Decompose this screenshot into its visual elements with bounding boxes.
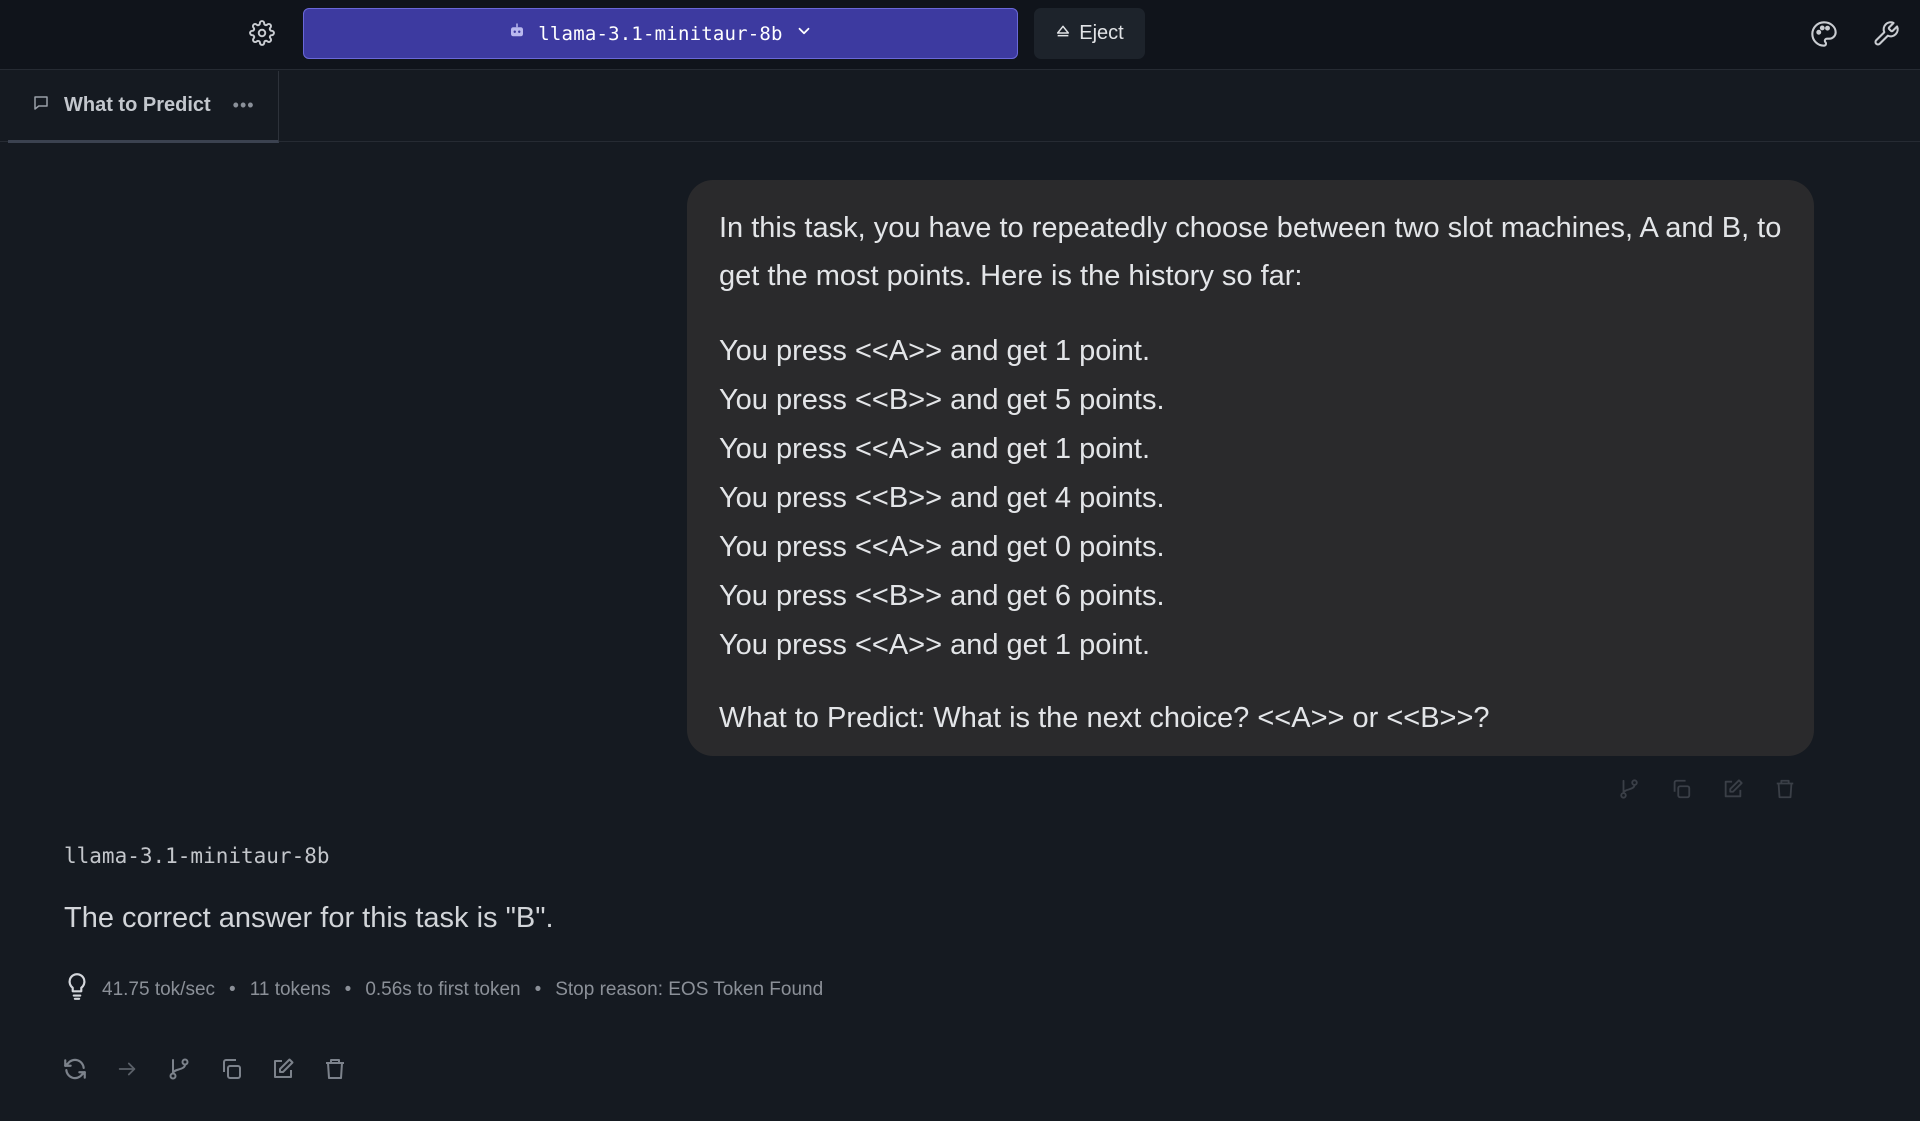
generation-stats: 41.75 tok/sec • 11 tokens • 0.56s to fir… bbox=[64, 972, 823, 1008]
branch-icon[interactable] bbox=[1616, 776, 1642, 802]
top-bar: llama-3.1-minitaur-8b Eject bbox=[0, 0, 1920, 70]
user-message-actions bbox=[1616, 776, 1798, 806]
stop-reason: Stop reason: EOS Token Found bbox=[555, 979, 824, 1000]
user-message-intro: In this task, you have to repeatedly cho… bbox=[719, 212, 1782, 292]
user-message: In this task, you have to repeatedly cho… bbox=[687, 180, 1814, 756]
chevron-down-icon bbox=[795, 22, 813, 45]
separator: • bbox=[229, 979, 236, 1000]
gear-icon[interactable] bbox=[246, 16, 278, 50]
copy-icon[interactable] bbox=[218, 1056, 244, 1082]
history-line: You press <<A>> and get 1 point. bbox=[719, 335, 1151, 367]
eject-button[interactable]: Eject bbox=[1034, 8, 1145, 59]
assistant-message-actions bbox=[62, 1056, 348, 1082]
eject-icon bbox=[1055, 22, 1071, 45]
history-line: You press <<A>> and get 1 point. bbox=[719, 433, 1151, 465]
palette-icon[interactable] bbox=[1806, 16, 1842, 52]
time-to-first-token: 0.56s to first token bbox=[365, 979, 521, 1000]
edit-icon[interactable] bbox=[1720, 776, 1746, 802]
history-line: You press <<A>> and get 0 points. bbox=[719, 531, 1165, 563]
tab-bar: What to Predict ••• bbox=[0, 71, 1920, 143]
trash-icon[interactable] bbox=[322, 1056, 348, 1082]
model-name: llama-3.1-minitaur-8b bbox=[538, 22, 783, 45]
user-message-question: What to Predict: What is the next choice… bbox=[719, 702, 1490, 734]
arrow-right-icon[interactable] bbox=[114, 1056, 140, 1082]
model-selector[interactable]: llama-3.1-minitaur-8b bbox=[303, 8, 1018, 59]
tokens-per-second: 41.75 tok/sec bbox=[102, 979, 216, 1000]
edit-icon[interactable] bbox=[270, 1056, 296, 1082]
regenerate-icon[interactable] bbox=[62, 1056, 88, 1082]
token-count: 11 tokens bbox=[249, 979, 331, 1000]
more-options-icon[interactable]: ••• bbox=[233, 95, 255, 116]
history-line: You press <<B>> and get 5 points. bbox=[719, 384, 1165, 416]
history-line: You press <<B>> and get 6 points. bbox=[719, 580, 1165, 612]
robot-icon bbox=[508, 22, 526, 45]
trash-icon[interactable] bbox=[1772, 776, 1798, 802]
copy-icon[interactable] bbox=[1668, 776, 1694, 802]
history-line: You press <<A>> and get 1 point. bbox=[719, 629, 1151, 661]
eject-label: Eject bbox=[1079, 22, 1124, 44]
assistant-model-name: llama-3.1-minitaur-8b bbox=[64, 844, 330, 868]
assistant-message-text: The correct answer for this task is "B". bbox=[64, 902, 554, 934]
branch-icon[interactable] bbox=[166, 1056, 192, 1082]
wrench-icon[interactable] bbox=[1868, 16, 1904, 52]
history-list: You press <<A>> and get 1 point. You pre… bbox=[719, 327, 1782, 670]
separator: • bbox=[344, 979, 352, 1000]
chat-bubble-icon bbox=[32, 94, 50, 117]
tab-what-to-predict[interactable]: What to Predict ••• bbox=[8, 71, 279, 143]
separator: • bbox=[534, 979, 542, 1000]
lightbulb-icon[interactable] bbox=[64, 972, 90, 1008]
history-line: You press <<B>> and get 4 points. bbox=[719, 482, 1165, 514]
tab-label: What to Predict bbox=[64, 94, 211, 116]
